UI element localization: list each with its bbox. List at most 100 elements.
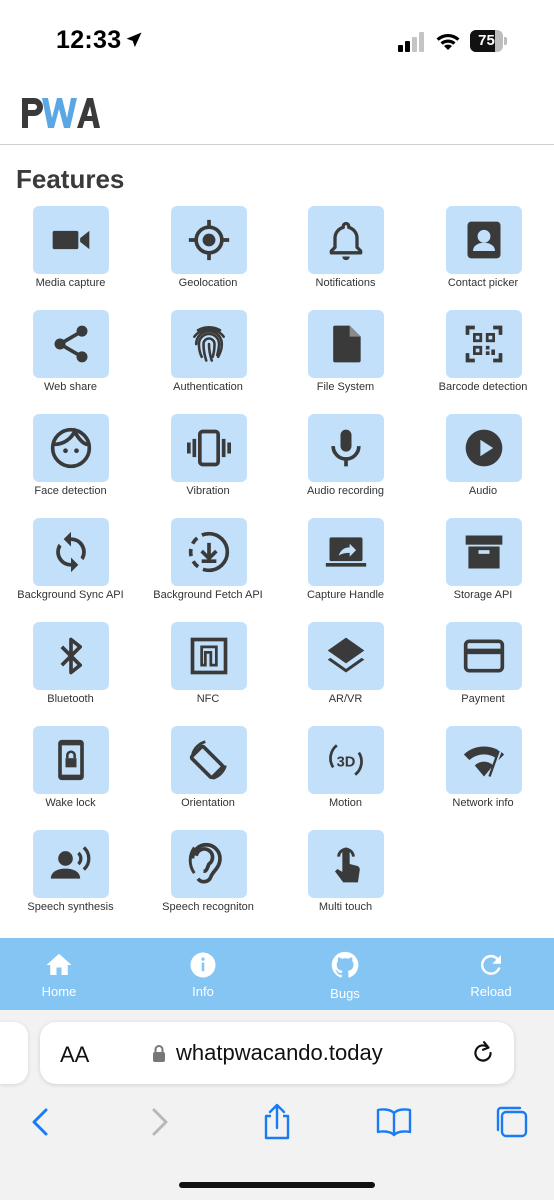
feature-button[interactable] <box>445 206 522 274</box>
feature-label: Barcode detection <box>438 381 528 393</box>
bookmarks-icon[interactable] <box>374 1102 414 1142</box>
feature-tile-face-detection[interactable]: Face detection <box>2 414 139 518</box>
feature-button[interactable] <box>445 622 522 690</box>
feature-button[interactable] <box>33 206 109 274</box>
feature-tile-contact-picker[interactable]: Contact picker <box>415 206 552 310</box>
pwa-logo[interactable] <box>20 96 100 130</box>
battery-indicator: 75 <box>470 30 508 52</box>
wifi-status-icon <box>436 34 460 50</box>
feature-button[interactable] <box>170 830 247 898</box>
feature-tile-payment[interactable]: Payment <box>415 622 552 726</box>
speaker-person-icon <box>50 846 91 879</box>
feature-button[interactable] <box>33 414 109 482</box>
play-icon <box>465 429 502 467</box>
feature-tile-vibration[interactable]: Vibration <box>140 414 277 518</box>
reload-icon <box>480 954 501 975</box>
feature-tile-background-fetch-api[interactable]: Background Fetch API <box>140 518 277 622</box>
forward-arrow-icon[interactable] <box>140 1102 180 1142</box>
feature-button[interactable] <box>170 622 247 690</box>
info-icon <box>190 952 216 978</box>
laptop-share-icon <box>325 537 367 567</box>
nav-home[interactable]: Home <box>0 938 128 1010</box>
feature-tile-capture-handle[interactable]: Capture Handle <box>277 518 414 622</box>
feature-button[interactable] <box>445 310 522 378</box>
address-bar[interactable]: AA whatpwacando.today <box>40 1022 514 1084</box>
url-text[interactable]: whatpwacando.today <box>176 1040 383 1066</box>
feature-tile-notifications[interactable]: Notifications <box>277 206 414 310</box>
feature-tile-wake-lock[interactable]: Wake lock <box>2 726 139 830</box>
text-size-button[interactable]: AA <box>60 1042 89 1068</box>
feature-tile-speech-synthesis[interactable]: Speech synthesis <box>2 830 139 934</box>
feature-label: Web share <box>44 381 97 393</box>
feature-button[interactable] <box>445 414 522 482</box>
feature-tile-motion[interactable]: 3D Motion <box>277 726 414 830</box>
feature-label: Capture Handle <box>306 589 385 601</box>
feature-label: Audio <box>468 485 498 497</box>
feature-button[interactable] <box>33 518 109 586</box>
feature-tile-barcode-detection[interactable]: Barcode detection <box>415 310 552 414</box>
feature-button[interactable] <box>308 622 384 690</box>
feature-button[interactable]: 3D <box>308 726 384 794</box>
feature-label: Speech synthesis <box>27 901 114 913</box>
bottom-nav: Home Info Bugs Reload <box>0 938 554 1010</box>
file-icon <box>333 325 361 363</box>
feature-button[interactable] <box>33 830 109 898</box>
feature-button[interactable] <box>308 518 384 586</box>
feature-tile-network-info[interactable]: Network info <box>415 726 552 830</box>
feature-tile-authentication[interactable]: Authentication <box>140 310 277 414</box>
feature-button[interactable] <box>308 310 384 378</box>
github-icon <box>331 951 359 978</box>
nav-info[interactable]: Info <box>134 938 272 1010</box>
tabs-icon[interactable] <box>492 1102 532 1142</box>
feature-button[interactable] <box>170 414 247 482</box>
feature-button[interactable] <box>445 518 522 586</box>
feature-button[interactable] <box>170 726 247 794</box>
page-reload-icon[interactable] <box>470 1040 496 1066</box>
nav-info-label: Info <box>192 984 214 999</box>
feature-label: Audio recording <box>306 485 385 497</box>
clock: 12:33 <box>56 26 122 54</box>
feature-button[interactable] <box>308 206 384 274</box>
nav-reload[interactable]: Reload <box>422 938 554 1010</box>
feature-tile-orientation[interactable]: Orientation <box>140 726 277 830</box>
feature-button[interactable] <box>170 206 247 274</box>
feature-button[interactable] <box>445 726 522 794</box>
videocam-icon <box>52 230 90 250</box>
feature-button[interactable] <box>308 414 384 482</box>
feature-button[interactable] <box>33 622 109 690</box>
credit-card-icon <box>463 639 504 673</box>
feature-button[interactable] <box>170 518 247 586</box>
feature-tile-nfc[interactable]: NFC <box>140 622 277 726</box>
feature-label: Notifications <box>315 277 376 289</box>
feature-tile-media-capture[interactable]: Media capture <box>2 206 139 310</box>
feature-button[interactable] <box>33 726 109 794</box>
feature-button[interactable] <box>33 310 109 378</box>
feature-label: Multi touch <box>318 901 373 913</box>
feature-label: Speech recogniton <box>162 901 254 913</box>
bell-icon <box>329 221 363 261</box>
feature-tile-web-share[interactable]: Web share <box>2 310 139 414</box>
nav-bugs-label: Bugs <box>330 986 360 1001</box>
share-sheet-icon[interactable] <box>257 1102 297 1142</box>
feature-tile-speech-recogniton[interactable]: Speech recogniton <box>140 830 277 934</box>
feature-button[interactable] <box>308 830 384 898</box>
feature-tile-file-system[interactable]: File System <box>277 310 414 414</box>
feature-tile-audio[interactable]: Audio <box>415 414 552 518</box>
feature-tile-background-sync-api[interactable]: Background Sync API <box>2 518 139 622</box>
previous-tab-preview[interactable] <box>0 1022 28 1084</box>
vibration-icon <box>186 429 231 467</box>
feature-tile-bluetooth[interactable]: Bluetooth <box>2 622 139 726</box>
battery-percent: 75 <box>478 32 495 49</box>
nav-bugs[interactable]: Bugs <box>276 938 414 1010</box>
feature-tile-storage-api[interactable]: Storage API <box>415 518 552 622</box>
feature-tile-audio-recording[interactable]: Audio recording <box>277 414 414 518</box>
feature-label: Wake lock <box>45 797 96 809</box>
back-arrow-icon[interactable] <box>20 1102 60 1142</box>
feature-tile-ar-vr[interactable]: AR/VR <box>277 622 414 726</box>
feature-tile-geolocation[interactable]: Geolocation <box>140 206 277 310</box>
face-icon <box>50 427 92 469</box>
feature-tile-multi-touch[interactable]: Multi touch <box>277 830 414 934</box>
feature-button[interactable] <box>170 310 247 378</box>
feature-label: AR/VR <box>328 693 363 705</box>
touch-icon <box>335 847 360 883</box>
